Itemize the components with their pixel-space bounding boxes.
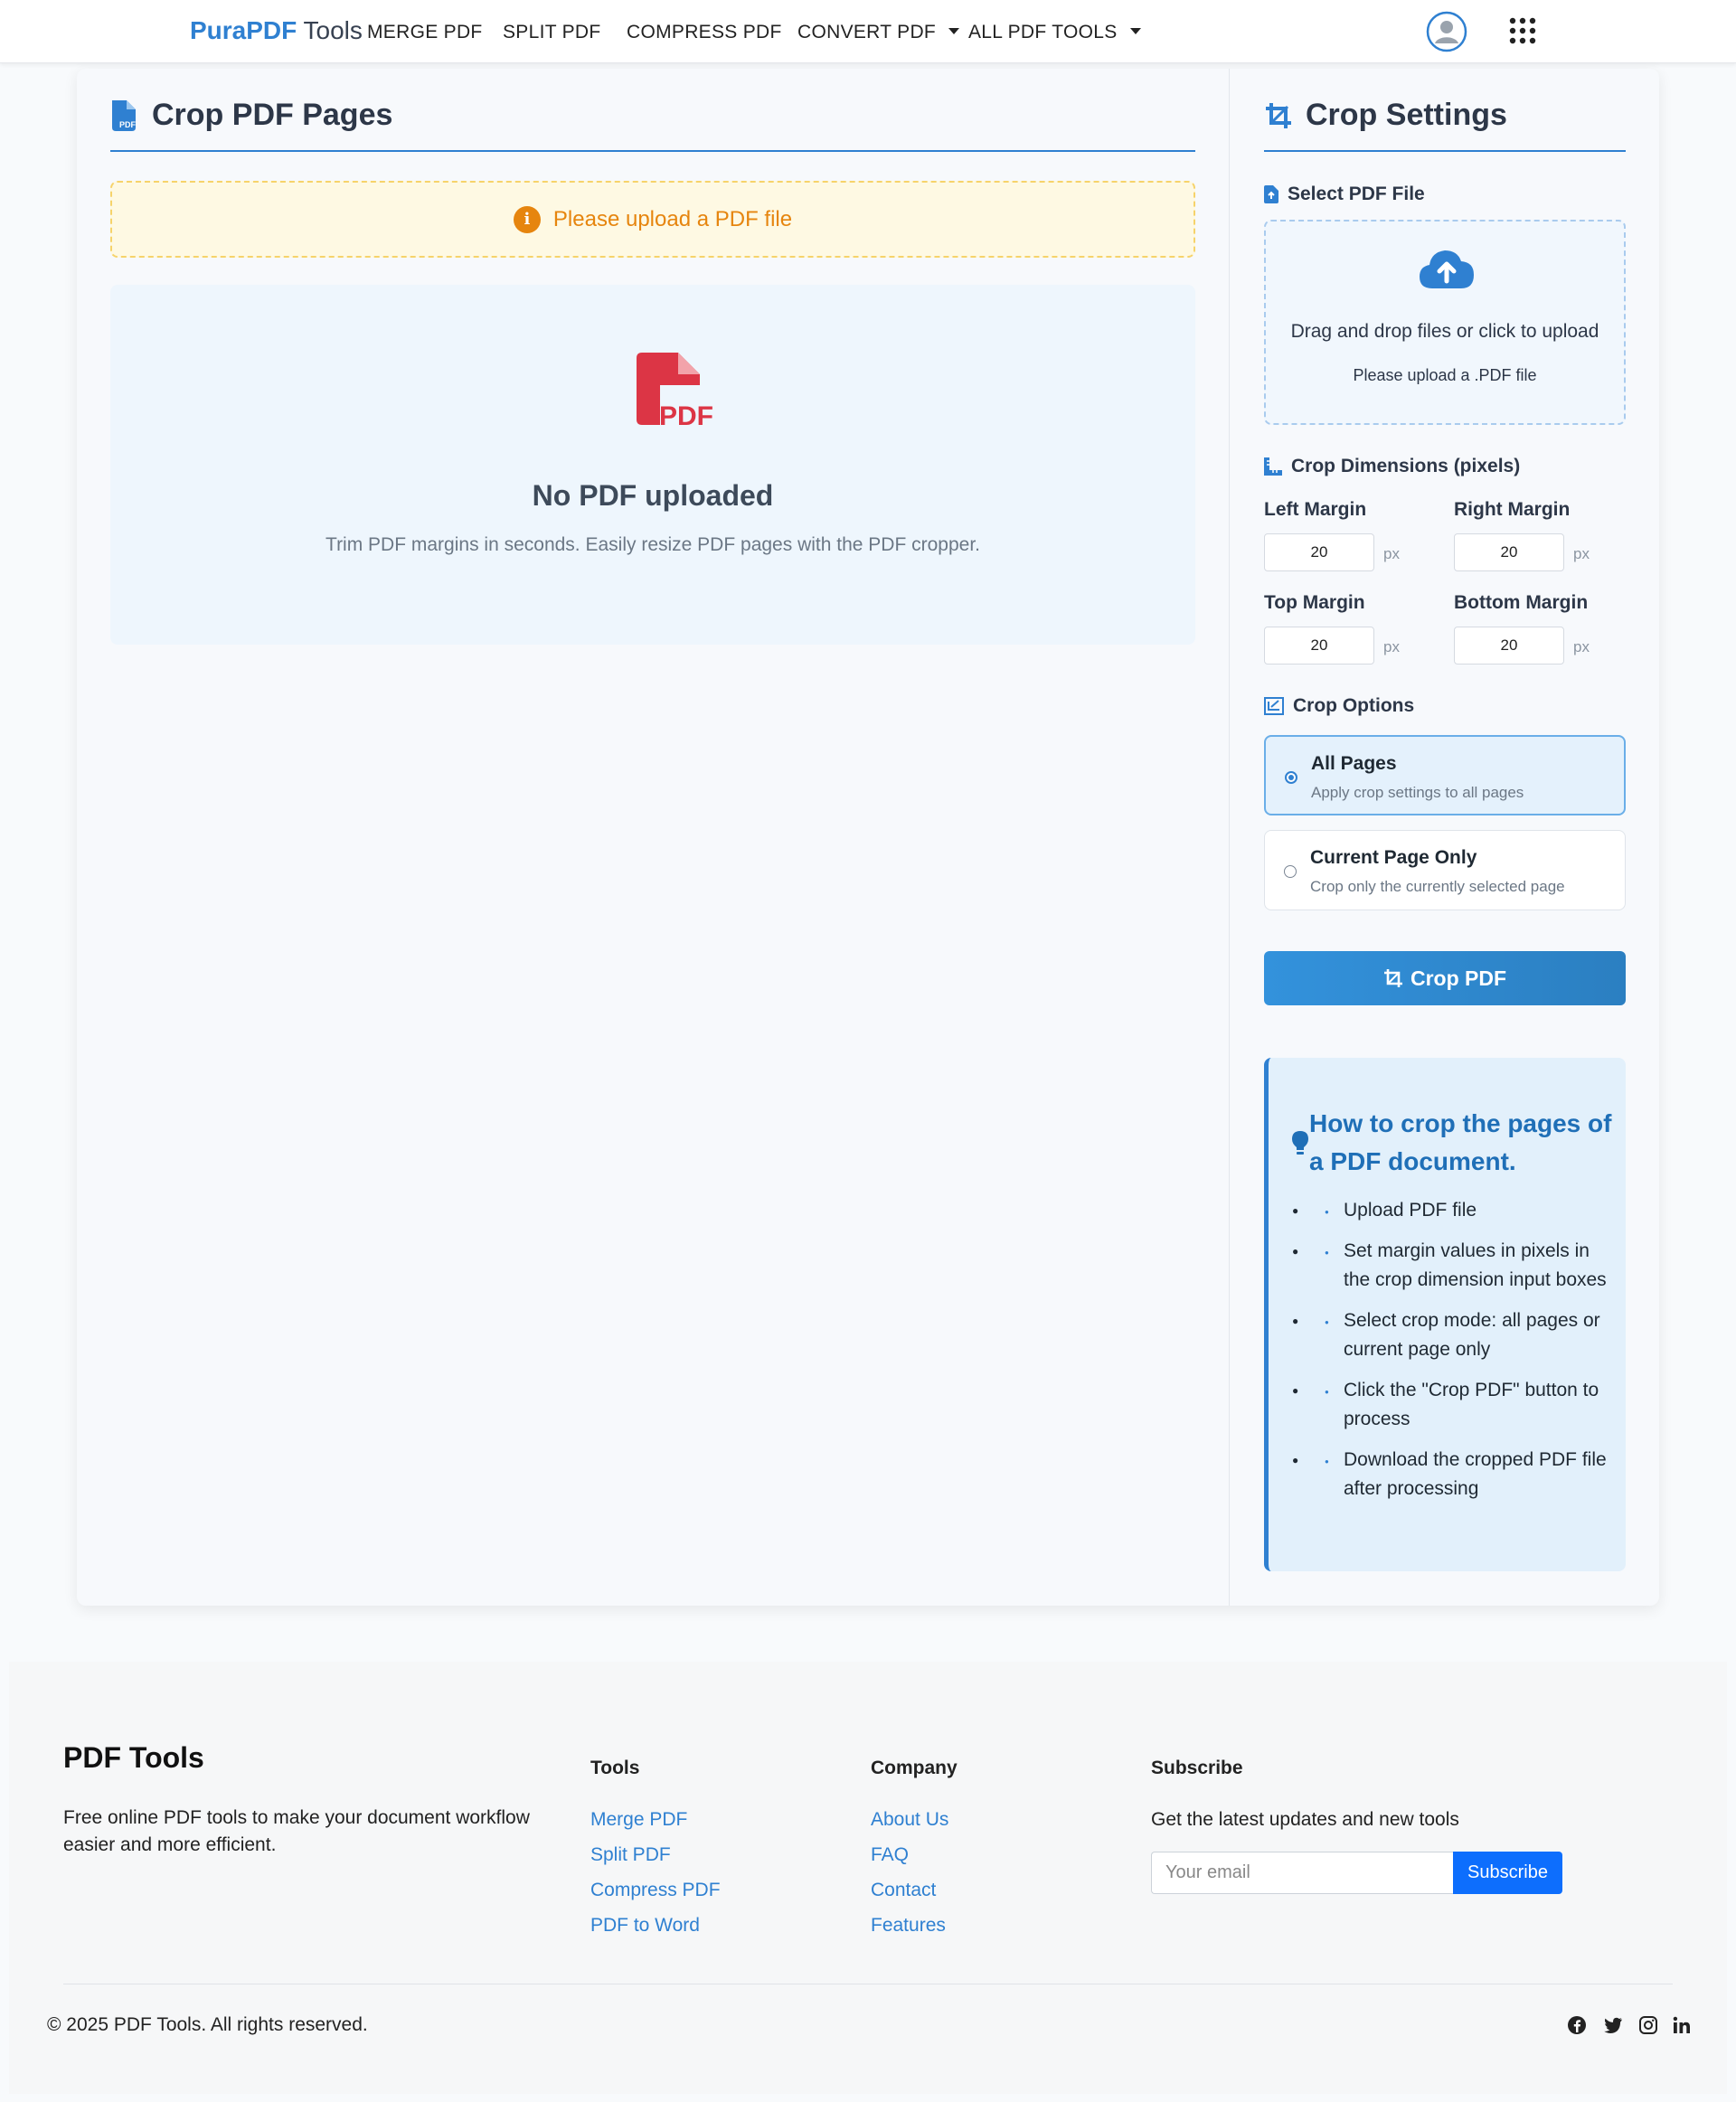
crop-pdf-button-label: Crop PDF — [1410, 966, 1507, 990]
top-margin-label: Top Margin — [1264, 592, 1365, 613]
footer-tools-heading: Tools — [590, 1758, 640, 1778]
title-divider — [110, 150, 1195, 152]
howto-panel: How to crop the pages of a PDF document.… — [1264, 1058, 1626, 1571]
page-title-text: Crop PDF Pages — [152, 98, 393, 132]
empty-description: Trim PDF margins in seconds. Easily resi… — [326, 534, 980, 555]
left-margin-label: Left Margin — [1264, 499, 1367, 520]
lightbulb-icon — [1292, 1131, 1308, 1155]
nav-convert-pdf-label: CONVERT PDF — [797, 22, 937, 42]
facebook-icon[interactable] — [1567, 2015, 1587, 2035]
footer-brand: PDF Tools — [63, 1741, 204, 1774]
left-margin-unit: px — [1383, 545, 1400, 562]
right-margin-input[interactable] — [1454, 533, 1564, 571]
svg-text:PDF: PDF — [119, 120, 137, 129]
nav-convert-pdf[interactable]: CONVERT PDF — [797, 22, 960, 43]
crop-options-label: Crop Options — [1264, 695, 1414, 717]
drop-zone-hint: Please upload a .PDF file — [1353, 366, 1537, 384]
cloud-upload-icon — [1420, 250, 1474, 288]
user-circle-icon[interactable] — [1426, 11, 1467, 52]
email-field[interactable] — [1151, 1852, 1454, 1894]
copyright-text: © 2025 PDF Tools. All rights reserved. — [47, 2014, 368, 2035]
option-all-pages-desc: Apply crop settings to all pages — [1311, 784, 1524, 801]
bottom-margin-input[interactable] — [1454, 627, 1564, 665]
footer-link-pdf-to-word[interactable]: PDF to Word — [590, 1915, 700, 1937]
apps-grid-icon[interactable] — [1508, 16, 1537, 45]
page-title: PDF Crop PDF Pages — [110, 98, 392, 133]
bottom-margin-unit: px — [1573, 638, 1590, 655]
option-all-pages-title: All Pages — [1311, 753, 1397, 774]
nav-all-pdf-tools[interactable]: ALL PDF TOOLS — [968, 22, 1141, 43]
bottom-margin-label: Bottom Margin — [1454, 592, 1589, 613]
file-upload-icon — [1264, 185, 1278, 203]
settings-title: Crop Settings — [1264, 98, 1507, 133]
footer-company-heading: Company — [871, 1758, 958, 1778]
crop-options-label-text: Crop Options — [1293, 695, 1415, 716]
brand-secondary: Tools — [303, 16, 363, 44]
footer-link-split-pdf[interactable]: Split PDF — [590, 1844, 671, 1866]
brand-primary: PuraPDF — [190, 16, 297, 44]
nav-merge-pdf[interactable]: MERGE PDF — [367, 22, 483, 43]
footer-link-contact[interactable]: Contact — [871, 1880, 936, 1901]
radio-current-page[interactable] — [1284, 865, 1297, 878]
footer-link-faq[interactable]: FAQ — [871, 1844, 909, 1866]
nav-split-pdf[interactable]: SPLIT PDF — [503, 22, 601, 43]
crop-dimensions-label: Crop Dimensions (pixels) — [1264, 456, 1520, 477]
instagram-icon[interactable] — [1638, 2015, 1658, 2035]
column-divider — [1229, 69, 1230, 1606]
info-icon: i — [513, 205, 541, 233]
howto-step: Click the "Crop PDF" button to process — [1269, 1376, 1626, 1434]
brand-logo[interactable]: PuraPDF Tools — [190, 16, 363, 45]
howto-title: How to crop the pages of a PDF document. — [1309, 1109, 1612, 1175]
pdf-file-icon: PDF — [637, 353, 713, 431]
right-margin-label: Right Margin — [1454, 499, 1571, 520]
ruler-icon — [1264, 457, 1282, 476]
crop-dimensions-label-text: Crop Dimensions (pixels) — [1291, 456, 1521, 476]
howto-step: Select crop mode: all pages or current p… — [1269, 1306, 1626, 1364]
footer-subscribe-heading: Subscribe — [1151, 1758, 1243, 1778]
chevron-down-icon — [1129, 28, 1141, 34]
footer-subscribe-text: Get the latest updates and new tools — [1151, 1809, 1459, 1830]
settings-divider — [1264, 150, 1626, 152]
empty-preview: PDF No PDF uploaded Trim PDF margins in … — [110, 285, 1195, 645]
howto-step: Download the cropped PDF file after proc… — [1269, 1446, 1626, 1503]
nav-all-pdf-tools-label: ALL PDF TOOLS — [968, 22, 1118, 42]
option-current-page-title: Current Page Only — [1310, 847, 1477, 868]
twitter-icon[interactable] — [1603, 2015, 1623, 2035]
option-current-page[interactable]: Current Page Only Crop only the currentl… — [1264, 830, 1626, 910]
top-margin-unit: px — [1383, 638, 1400, 655]
file-drop-zone[interactable]: Drag and drop files or click to upload P… — [1264, 220, 1626, 425]
crop-options-icon — [1264, 697, 1284, 715]
settings-title-text: Crop Settings — [1306, 98, 1507, 132]
drop-zone-text: Drag and drop files or click to upload — [1290, 321, 1599, 342]
nav-compress-pdf[interactable]: COMPRESS PDF — [627, 22, 782, 43]
footer-link-features[interactable]: Features — [871, 1915, 946, 1937]
upload-alert: i Please upload a PDF file — [110, 181, 1195, 258]
footer-description: Free online PDF tools to make your docum… — [63, 1807, 530, 1855]
option-current-page-desc: Crop only the currently selected page — [1310, 878, 1565, 895]
subscribe-button[interactable]: Subscribe — [1453, 1852, 1562, 1894]
top-navbar: PuraPDF Tools MERGE PDF SPLIT PDF COMPRE… — [0, 0, 1736, 63]
top-margin-input[interactable] — [1264, 627, 1374, 665]
radio-all-pages[interactable] — [1285, 771, 1297, 784]
upload-alert-text: Please upload a PDF file — [552, 206, 793, 231]
footer-link-about-us[interactable]: About Us — [871, 1809, 948, 1831]
howto-step: Upload PDF file — [1269, 1196, 1626, 1227]
select-file-label-text: Select PDF File — [1288, 184, 1425, 204]
footer-link-merge-pdf[interactable]: Merge PDF — [590, 1809, 687, 1831]
crop-icon — [1383, 969, 1402, 987]
svg-text:PDF: PDF — [659, 401, 713, 431]
left-margin-input[interactable] — [1264, 533, 1374, 571]
select-file-label: Select PDF File — [1264, 184, 1425, 205]
crop-icon — [1266, 102, 1291, 128]
empty-title: No PDF uploaded — [532, 479, 774, 512]
howto-step: Set margin values in pixels in the crop … — [1269, 1237, 1626, 1295]
option-all-pages[interactable]: All Pages Apply crop settings to all pag… — [1264, 735, 1626, 815]
linkedin-icon[interactable] — [1672, 2015, 1692, 2035]
howto-steps: Upload PDF file Set margin values in pix… — [1269, 1196, 1626, 1515]
crop-pdf-button[interactable]: Crop PDF — [1264, 951, 1626, 1005]
footer-link-compress-pdf[interactable]: Compress PDF — [590, 1880, 721, 1901]
right-margin-unit: px — [1573, 545, 1590, 562]
chevron-down-icon — [948, 28, 960, 34]
file-pdf-icon: PDF — [112, 99, 137, 131]
